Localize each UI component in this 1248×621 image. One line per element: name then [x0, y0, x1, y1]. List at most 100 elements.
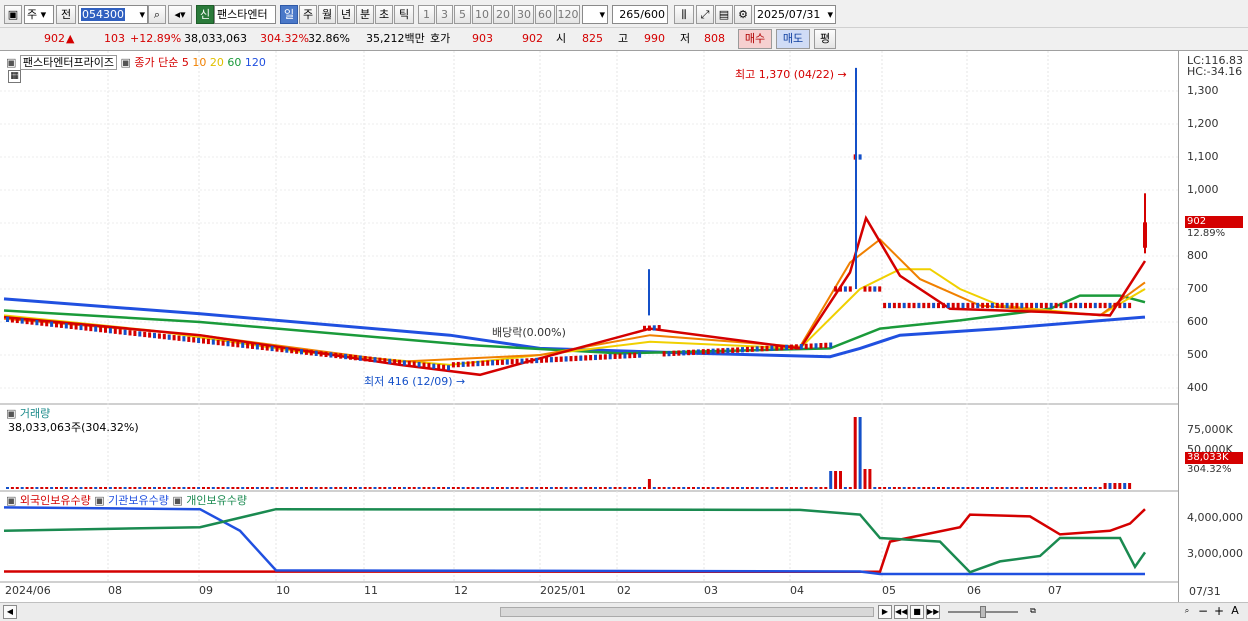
turnover-rate: 32.86%: [308, 32, 350, 45]
volume-bar: [64, 487, 68, 489]
volume-bar: [1010, 487, 1014, 489]
grid-toggle-icon[interactable]: ▦: [8, 70, 21, 83]
price-candle: [638, 352, 642, 358]
volume-bar: [716, 487, 720, 489]
speaker-icon[interactable]: ◂▾: [168, 5, 192, 24]
price-candle: [486, 360, 490, 366]
price-candle: [912, 302, 916, 309]
crosshair-icon[interactable]: ⤢: [696, 5, 714, 24]
volume-bar: [451, 487, 455, 489]
custom-interval-select[interactable]: ▾: [582, 5, 608, 24]
volume-bar: [231, 487, 235, 489]
price-candle: [594, 354, 597, 361]
price-candle: [775, 345, 779, 351]
price-candle: [574, 355, 578, 362]
volume-bar: [471, 487, 475, 489]
hold-tick-3m: 3,000,000: [1187, 547, 1243, 560]
rewind-icon[interactable]: ◀◀: [894, 605, 908, 619]
period-week[interactable]: 주: [299, 5, 317, 24]
period-year[interactable]: 년: [337, 5, 355, 24]
volume-bar: [726, 487, 730, 489]
prev-button[interactable]: 전: [56, 5, 76, 24]
price-candle: [976, 302, 980, 309]
interval-20[interactable]: 20: [493, 5, 513, 24]
zoom-search-icon[interactable]: ⌕: [1180, 605, 1194, 619]
price-candle: [1128, 302, 1132, 309]
interval-60[interactable]: 60: [535, 5, 555, 24]
price-candle: [304, 349, 308, 355]
buy-button[interactable]: 매수: [738, 29, 772, 49]
chart-canvas[interactable]: [0, 51, 1248, 603]
period-minute[interactable]: 분: [356, 5, 374, 24]
price-candle: [231, 341, 235, 347]
interval-1[interactable]: 1: [418, 5, 435, 24]
chart-scrollbar[interactable]: ◀ ▶ ◀◀ ■ ▶▶ ⧉ ⌕ − + A: [0, 602, 1248, 621]
price-candle: [6, 316, 9, 322]
price-candle: [677, 350, 681, 356]
scroll-left-icon[interactable]: ◀: [3, 605, 17, 619]
volume-bar: [157, 487, 161, 489]
interval-120[interactable]: 120: [556, 5, 580, 24]
search-icon[interactable]: ⌕: [148, 5, 166, 24]
interval-10[interactable]: 10: [472, 5, 492, 24]
volume-bar: [873, 487, 877, 489]
candle-icon[interactable]: ⫼: [674, 5, 694, 24]
sell-button[interactable]: 매도: [776, 29, 810, 49]
interval-5[interactable]: 5: [454, 5, 471, 24]
volume-bar: [760, 487, 764, 489]
price-candle: [236, 342, 240, 348]
volume-bar: [466, 487, 470, 489]
display-count-field[interactable]: 265/600: [612, 5, 668, 24]
price-candle: [1118, 302, 1122, 309]
price-candle: [226, 340, 230, 347]
date-field[interactable]: 2025/07/31 ▾: [754, 5, 836, 24]
volume-bar: [187, 487, 191, 489]
stop-icon[interactable]: ■: [910, 605, 924, 619]
price-candle: [481, 360, 485, 366]
interval-3[interactable]: 3: [436, 5, 453, 24]
window-icon[interactable]: ▣: [4, 5, 22, 24]
zoom-slider-handle[interactable]: [980, 606, 986, 618]
price-candle: [162, 333, 166, 340]
price-candle: [324, 351, 328, 358]
price-candle: [1113, 302, 1117, 309]
zoom-in-icon[interactable]: +: [1212, 605, 1226, 619]
vol-tick-75000k: 75,000K: [1187, 423, 1233, 436]
chart-type-select[interactable]: 주 ▾: [24, 5, 54, 24]
price-candle: [559, 356, 563, 362]
stock-legend-name[interactable]: 팬스타엔터프라이즈: [19, 55, 117, 70]
y-tick-600: 600: [1187, 315, 1208, 328]
price-candle: [897, 302, 901, 309]
forward-icon[interactable]: ▶▶: [926, 605, 940, 619]
gear-icon[interactable]: ⚙: [734, 5, 752, 24]
price-candle: [848, 286, 852, 292]
period-month[interactable]: 월: [318, 5, 336, 24]
price-candle: [540, 357, 544, 363]
auto-scale-icon[interactable]: A: [1228, 605, 1242, 619]
tool-icons[interactable]: ⧉: [1026, 605, 1040, 619]
stock-name-field[interactable]: 팬스타엔터: [214, 5, 276, 24]
zoom-out-icon[interactable]: −: [1196, 605, 1210, 619]
save-icon[interactable]: ▤: [715, 5, 733, 24]
eval-button[interactable]: 평: [814, 29, 836, 49]
volume-bar: [995, 487, 999, 489]
x-label-05: 05: [882, 584, 896, 597]
scroll-right-icon[interactable]: ▶: [878, 605, 892, 619]
price-candle: [814, 343, 818, 349]
period-second[interactable]: 초: [375, 5, 393, 24]
stock-code-input[interactable]: 054300 ▾: [78, 5, 148, 24]
scroll-thumb[interactable]: [500, 607, 874, 617]
price-candle: [437, 364, 441, 370]
price-candle: [167, 334, 171, 340]
volume-bar: [638, 487, 642, 489]
period-tick[interactable]: 틱: [394, 5, 414, 24]
period-day[interactable]: 일: [280, 5, 298, 24]
volume-bar: [481, 487, 485, 489]
chart-area[interactable]: ▣ 팬스타엔터프라이즈 ▣ 종가 단순 5 10 20 60 120 ▦ 최고 …: [0, 50, 1248, 603]
interval-30[interactable]: 30: [514, 5, 534, 24]
price-candle: [496, 359, 499, 366]
price-candle: [682, 350, 686, 356]
price-candle: [657, 325, 661, 331]
volume-bar: [148, 487, 152, 489]
price-candle: [10, 317, 14, 323]
